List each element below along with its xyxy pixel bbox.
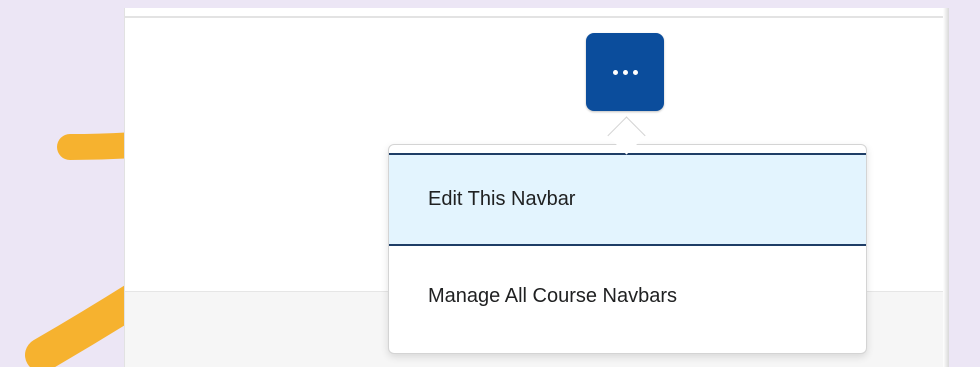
navbar-screenshot: Edit This Navbar Manage All Course Navba…	[124, 8, 949, 367]
navbar-options-menu: Edit This Navbar Manage All Course Navba…	[388, 144, 867, 354]
menu-item-label: Edit This Navbar	[428, 188, 576, 210]
menu-item-manage-navbars[interactable]: Manage All Course Navbars	[389, 248, 866, 344]
navbar-options-button[interactable]	[586, 33, 664, 111]
panel-edge-shadow	[943, 8, 949, 367]
navbar-divider	[125, 16, 949, 18]
menu-item-label: Manage All Course Navbars	[428, 284, 678, 307]
more-dots-icon	[612, 69, 638, 75]
menu-item-edit-navbar[interactable]: Edit This Navbar	[389, 153, 866, 246]
